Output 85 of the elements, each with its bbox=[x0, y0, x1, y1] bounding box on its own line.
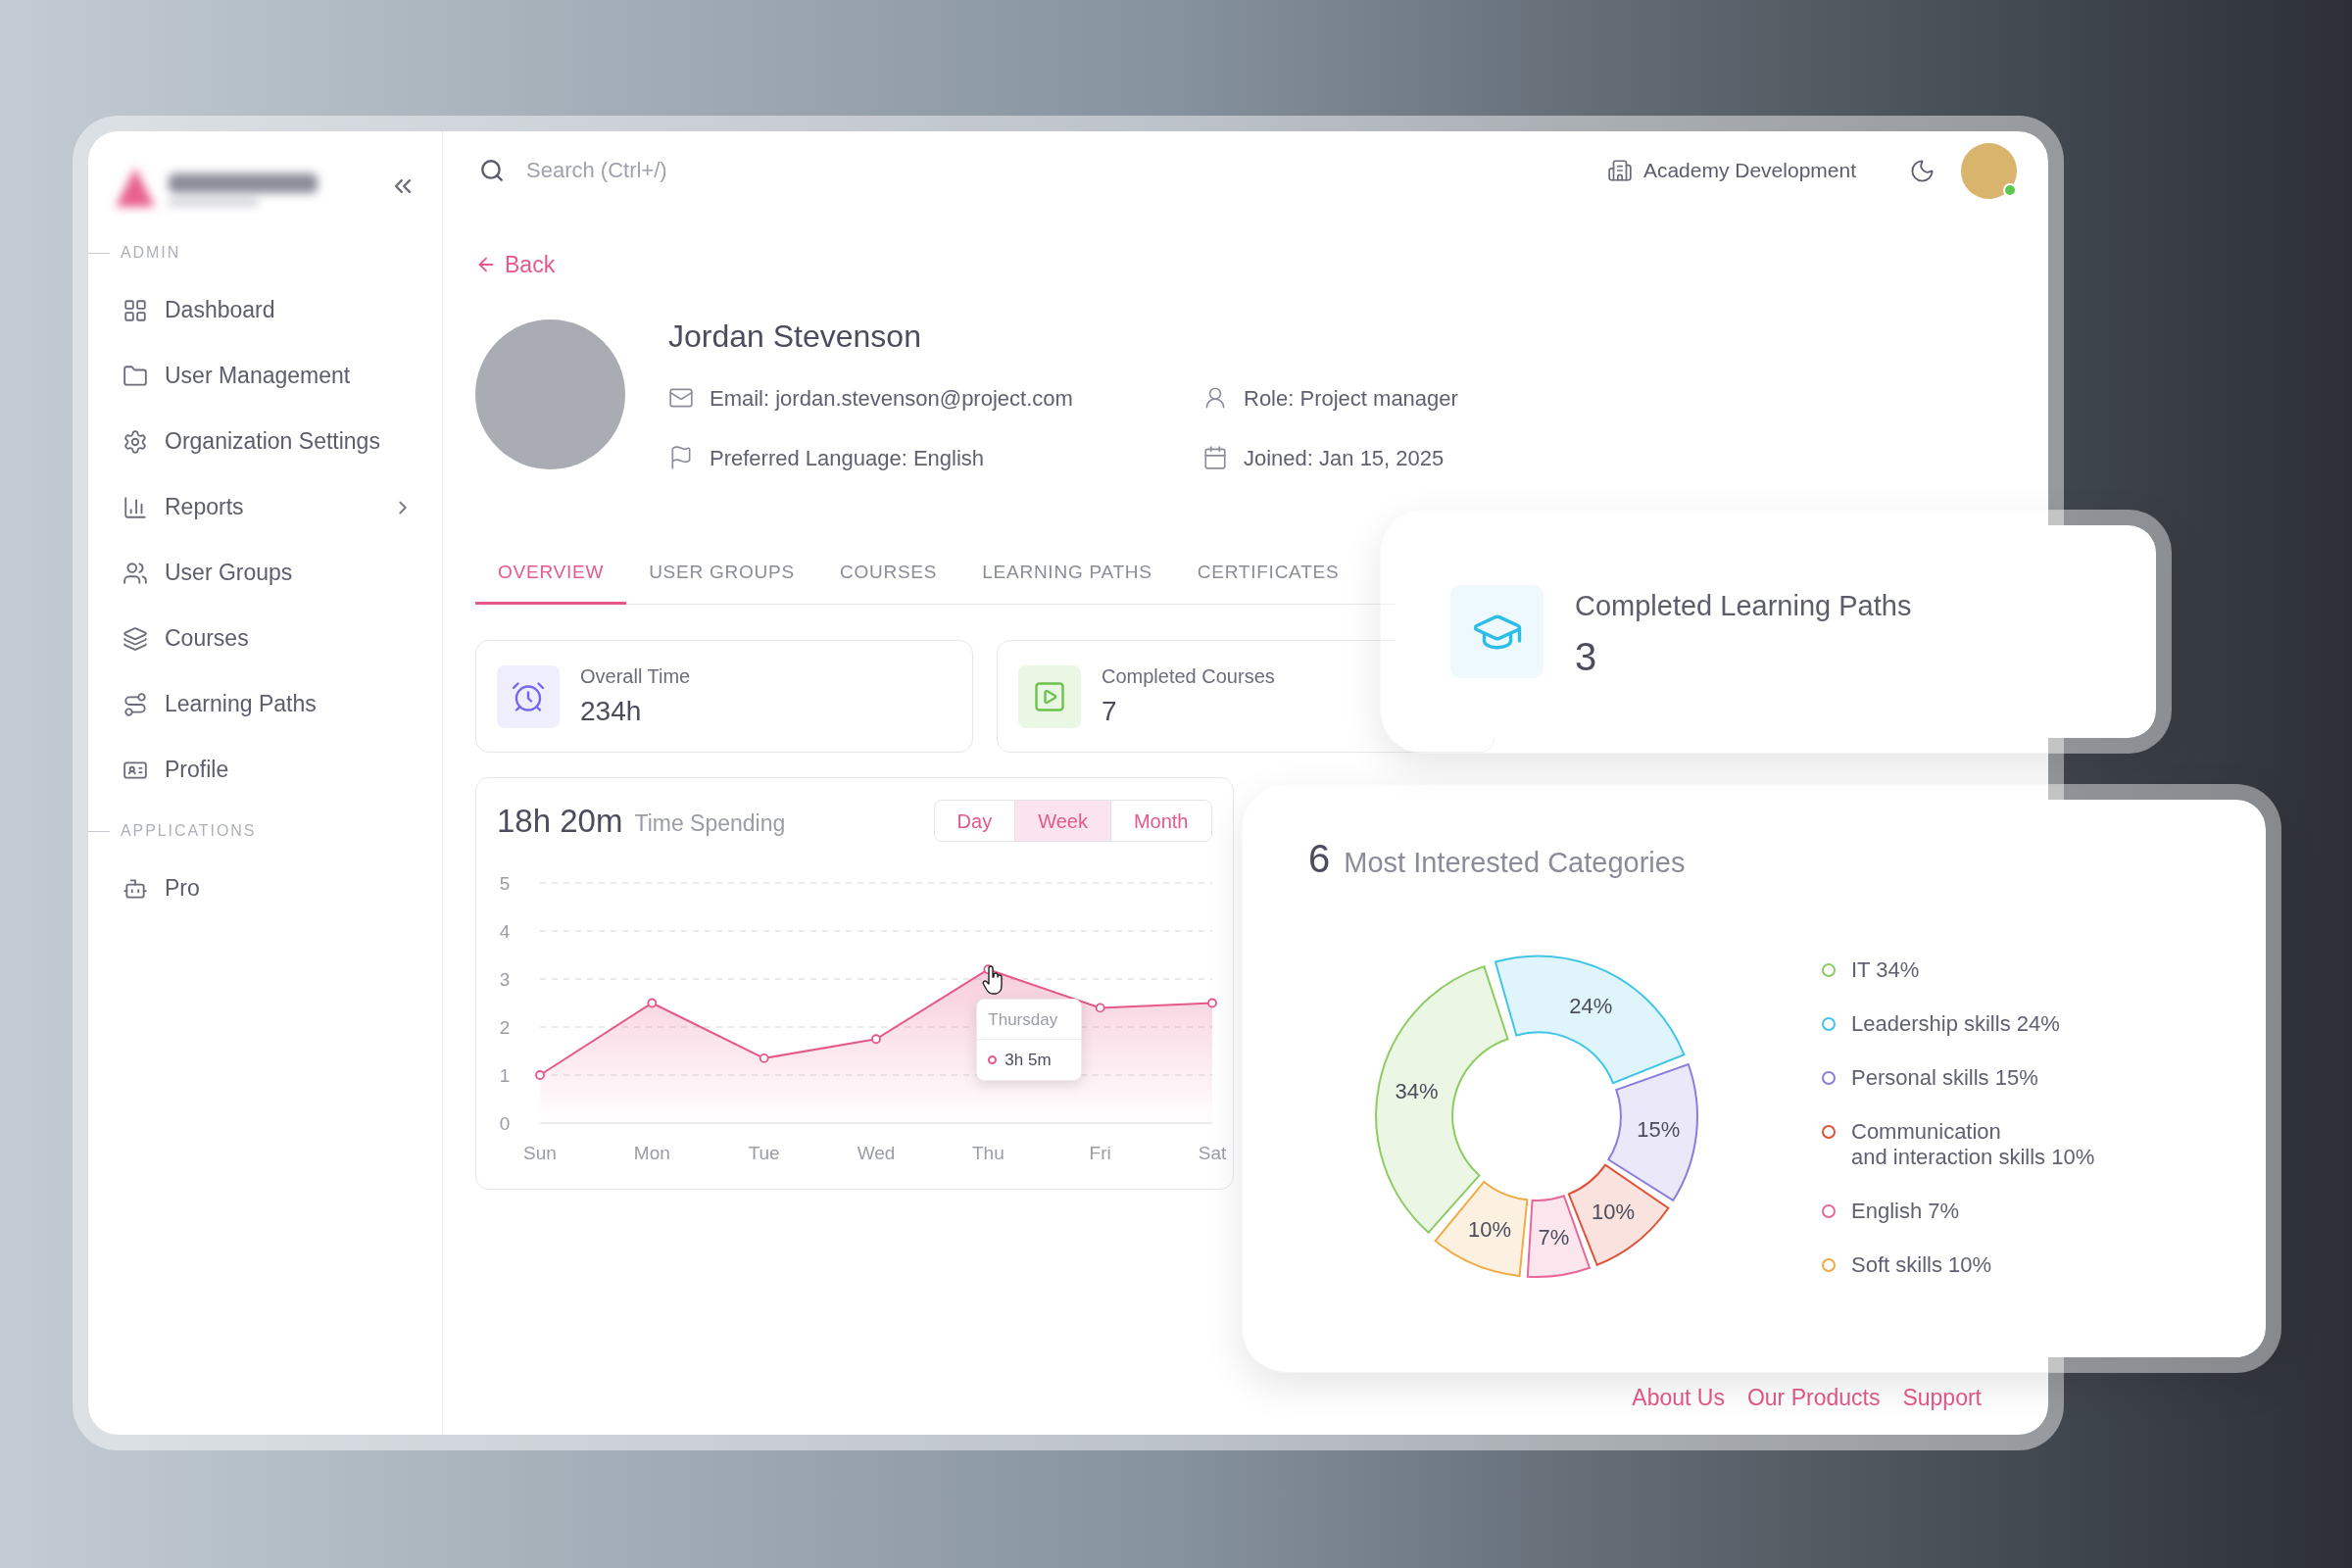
stat-value: 7 bbox=[1102, 694, 1118, 728]
x-axis-label: Wed bbox=[857, 1143, 896, 1163]
search-field[interactable]: Search (Ctrl+/) bbox=[526, 151, 938, 190]
data-point bbox=[1207, 998, 1217, 1008]
footer-link[interactable]: About Us bbox=[1632, 1383, 1725, 1412]
category-count: 6 bbox=[1308, 839, 1331, 878]
total-time: 18h 20m bbox=[497, 801, 623, 841]
search-icon bbox=[479, 158, 505, 183]
data-point bbox=[1095, 1003, 1105, 1013]
y-axis-label: 0 bbox=[499, 1112, 511, 1134]
x-axis-label: Mon bbox=[633, 1143, 670, 1163]
sidebar-item[interactable]: Courses bbox=[88, 606, 442, 671]
y-axis-label: 4 bbox=[499, 920, 511, 942]
x-axis-label: Fri bbox=[1089, 1143, 1111, 1163]
card-title: Time Spending bbox=[634, 809, 786, 839]
users-icon bbox=[122, 560, 148, 586]
sidebar-item[interactable]: User Management bbox=[88, 343, 442, 409]
route-icon bbox=[122, 691, 148, 717]
card-label: Completed Learning Paths bbox=[1575, 588, 1912, 623]
section-label: ADMIN bbox=[121, 243, 181, 263]
data-point bbox=[535, 1070, 545, 1080]
legend-label: English 7% bbox=[1851, 1199, 1960, 1224]
period-tab[interactable]: Month bbox=[1109, 801, 1211, 841]
y-axis-label: 1 bbox=[499, 1064, 511, 1086]
tab[interactable]: COURSES bbox=[816, 543, 960, 605]
tab[interactable]: USER GROUPS bbox=[626, 543, 817, 605]
gear-icon bbox=[122, 428, 148, 455]
sidebar-item[interactable]: Dashboard bbox=[88, 277, 442, 343]
data-point bbox=[647, 998, 658, 1008]
building-icon bbox=[1606, 158, 1633, 183]
legend-label: IT 34% bbox=[1851, 957, 1920, 983]
slice-value-label: 10% bbox=[1591, 1200, 1635, 1225]
profile-detail: Email: jordan.stevenson@project.com bbox=[710, 384, 1073, 413]
stat-label: Completed Courses bbox=[1102, 663, 1275, 689]
stat-value: 234h bbox=[580, 694, 643, 728]
legend-label: Communication and interaction skills 10% bbox=[1851, 1119, 2095, 1170]
slice-value-label: 24% bbox=[1569, 994, 1613, 1019]
organization-switcher[interactable]: Academy Development bbox=[1606, 155, 1856, 186]
tab[interactable]: LEARNING PATHS bbox=[959, 543, 1175, 605]
x-axis-label: Thu bbox=[971, 1143, 1004, 1163]
calendar-icon bbox=[1202, 445, 1228, 470]
tab[interactable]: OVERVIEW bbox=[475, 543, 627, 605]
tooltip-value: 3h 5m bbox=[1004, 1049, 1052, 1071]
slice-value-label: 15% bbox=[1637, 1117, 1681, 1143]
sidebar-item[interactable]: Profile bbox=[88, 737, 442, 803]
profile-detail: Preferred Language: English bbox=[710, 444, 985, 472]
slice-value-label: 10% bbox=[1467, 1216, 1511, 1242]
y-axis-label: 5 bbox=[499, 872, 511, 894]
sidebar-item[interactable]: Reports bbox=[88, 474, 442, 540]
alarm-clock-icon bbox=[497, 664, 560, 728]
tooltip-title: Thursday bbox=[987, 1009, 1059, 1032]
back-link[interactable]: Back bbox=[475, 247, 556, 282]
y-axis-label: 2 bbox=[499, 1016, 511, 1038]
profile-detail: Joined: Jan 15, 2025 bbox=[1244, 444, 1445, 472]
legend-label: Soft skills 10% bbox=[1851, 1252, 1992, 1278]
stat-label: Overall Time bbox=[580, 663, 691, 689]
footer-link[interactable]: Our Products bbox=[1746, 1383, 1881, 1412]
graduation-cap-icon bbox=[1450, 585, 1544, 678]
y-axis-label: 3 bbox=[499, 968, 511, 990]
sidebar-item[interactable]: Pro bbox=[88, 856, 442, 921]
folder-icon bbox=[122, 363, 148, 389]
card-title: Most Interested Categories bbox=[1344, 846, 1686, 880]
sidebar-item[interactable]: Organization Settings bbox=[88, 409, 442, 474]
x-axis-label: Sun bbox=[523, 1143, 557, 1163]
grid-icon bbox=[122, 297, 148, 323]
legend-label: Leadership skills 24% bbox=[1851, 1011, 2060, 1037]
footer-link[interactable]: Support bbox=[1902, 1383, 1982, 1412]
x-axis-label: Tue bbox=[748, 1143, 780, 1163]
data-point bbox=[871, 1034, 881, 1045]
slice-value-label: 34% bbox=[1395, 1078, 1439, 1103]
legend-label: Personal skills 15% bbox=[1851, 1065, 2038, 1091]
profile-detail: Role: Project manager bbox=[1244, 384, 1458, 413]
slice-value-label: 7% bbox=[1538, 1225, 1570, 1250]
layers-icon bbox=[122, 625, 148, 652]
data-point bbox=[759, 1053, 769, 1063]
sidebar-item[interactable]: Learning Paths bbox=[88, 671, 442, 737]
profile-name: Jordan Stevenson bbox=[668, 318, 922, 356]
section-label: APPLICATIONS bbox=[121, 821, 257, 841]
bar-chart-icon bbox=[122, 494, 148, 520]
x-axis-label: Sat bbox=[1198, 1143, 1227, 1163]
tab[interactable]: CERTIFICATES bbox=[1174, 543, 1362, 605]
card-value: 3 bbox=[1575, 635, 1598, 679]
period-tab[interactable]: Week bbox=[1014, 801, 1110, 841]
play-square-icon bbox=[1018, 664, 1081, 728]
sidebar-item[interactable]: User Groups bbox=[88, 540, 442, 606]
